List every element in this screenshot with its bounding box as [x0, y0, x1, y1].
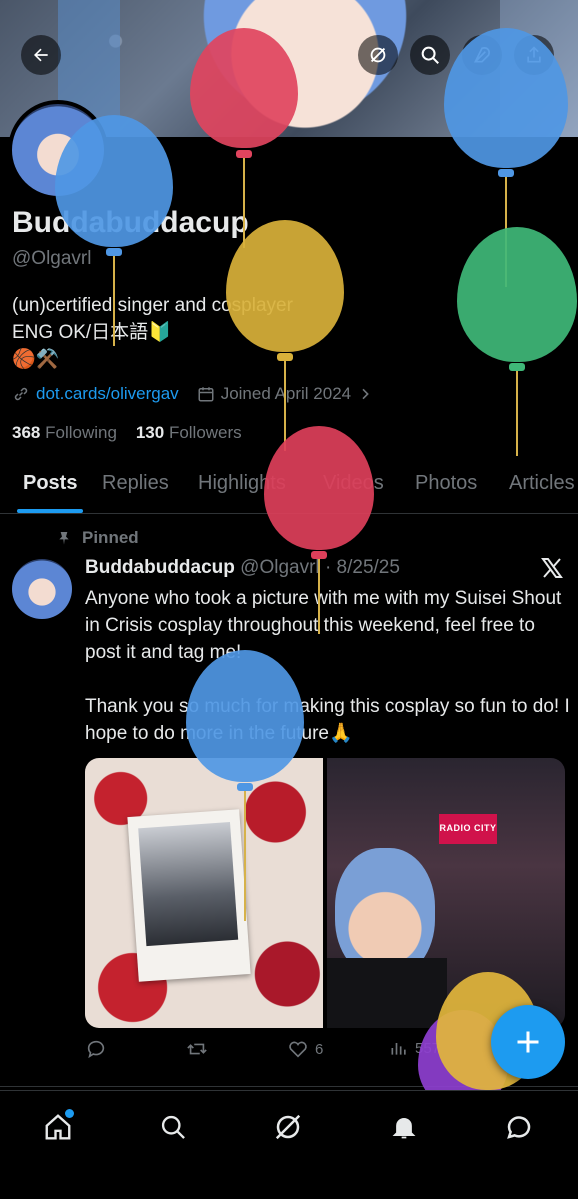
- bio-line: 🏀⚒️: [12, 349, 60, 370]
- heart-icon: [289, 1041, 307, 1058]
- repost-button[interactable]: [185, 1038, 209, 1060]
- media-image-street[interactable]: RADIO CITY: [327, 758, 565, 1028]
- media-image-polaroid[interactable]: [85, 758, 323, 1028]
- post-paragraph: Anyone who took a picture with me with m…: [85, 588, 562, 663]
- views-icon: [391, 1043, 406, 1055]
- tab-replies[interactable]: Replies: [102, 472, 169, 495]
- nav-grok[interactable]: [268, 1107, 308, 1147]
- profile-handle: @Olgavrl: [12, 248, 92, 269]
- arrow-left-icon: [34, 48, 48, 62]
- search-button[interactable]: [410, 35, 450, 75]
- person-coat: [327, 958, 447, 1028]
- followers-link[interactable]: 130 Followers: [136, 423, 242, 442]
- search-icon: [421, 46, 439, 64]
- polaroid-photo: [127, 809, 251, 982]
- reply-button[interactable]: [85, 1038, 107, 1060]
- polaroid-picture: [138, 821, 239, 947]
- grok-button[interactable]: [358, 35, 398, 75]
- nav-messages[interactable]: [499, 1107, 539, 1147]
- separator: ·: [324, 557, 332, 578]
- back-button[interactable]: [21, 35, 61, 75]
- repost-icon: [187, 1043, 207, 1055]
- unread-dot: [65, 1109, 74, 1118]
- post-author-handle[interactable]: @Olgavrl: [240, 557, 319, 578]
- notifications-icon: [392, 1117, 416, 1139]
- post-author-name[interactable]: Buddabuddacup: [85, 557, 235, 578]
- pinned-label: Pinned: [82, 528, 139, 547]
- compose-button[interactable]: [491, 1005, 565, 1079]
- post-author-avatar[interactable]: [12, 559, 72, 619]
- like-count: 6: [315, 1040, 324, 1058]
- bottom-navigation: [0, 1090, 578, 1199]
- search-icon: [161, 1115, 185, 1139]
- tab-photos[interactable]: Photos: [415, 472, 477, 495]
- sign-text: RADIO CITY: [439, 823, 497, 833]
- reply-icon: [87, 1040, 105, 1059]
- follow-stats: 368 Following 130 Followers: [12, 423, 242, 443]
- radio-city-sign: RADIO CITY: [439, 814, 497, 844]
- messages-icon: [507, 1116, 531, 1139]
- x-logo-icon: [540, 556, 564, 587]
- pinned-indicator: Pinned: [56, 528, 139, 548]
- active-tab-indicator: [17, 509, 83, 513]
- nav-home[interactable]: [38, 1107, 78, 1147]
- following-label: Following: [45, 423, 117, 442]
- following-count: 368: [12, 423, 41, 442]
- tab-posts[interactable]: Posts: [23, 472, 77, 495]
- profile-link[interactable]: dot.cards/olivergav: [36, 384, 179, 404]
- link-icon: [14, 387, 28, 401]
- followers-label: Followers: [168, 423, 242, 442]
- chevron-right-icon[interactable]: [357, 386, 373, 402]
- like-button[interactable]: 6: [287, 1038, 323, 1060]
- plus-icon: [517, 1031, 539, 1053]
- nav-search[interactable]: [153, 1107, 193, 1147]
- following-link[interactable]: 368 Following: [12, 423, 117, 442]
- calendar-icon: [198, 387, 214, 402]
- profile-meta: dot.cards/olivergav Joined April 2024: [12, 384, 373, 404]
- grok-icon: [275, 1114, 301, 1140]
- post-date[interactable]: 8/25/25: [337, 557, 400, 578]
- post-header: Buddabuddacup @Olgavrl · 8/25/25: [85, 557, 400, 579]
- tab-articles[interactable]: Articles: [509, 472, 575, 495]
- grok-icon: [370, 47, 386, 63]
- post-paragraph: Thank you so much for making this cospla…: [85, 696, 570, 744]
- nav-notifications[interactable]: [384, 1107, 424, 1147]
- pin-icon: [59, 532, 69, 545]
- post-text: Anyone who took a picture with me with m…: [85, 585, 570, 747]
- followers-count: 130: [135, 423, 165, 442]
